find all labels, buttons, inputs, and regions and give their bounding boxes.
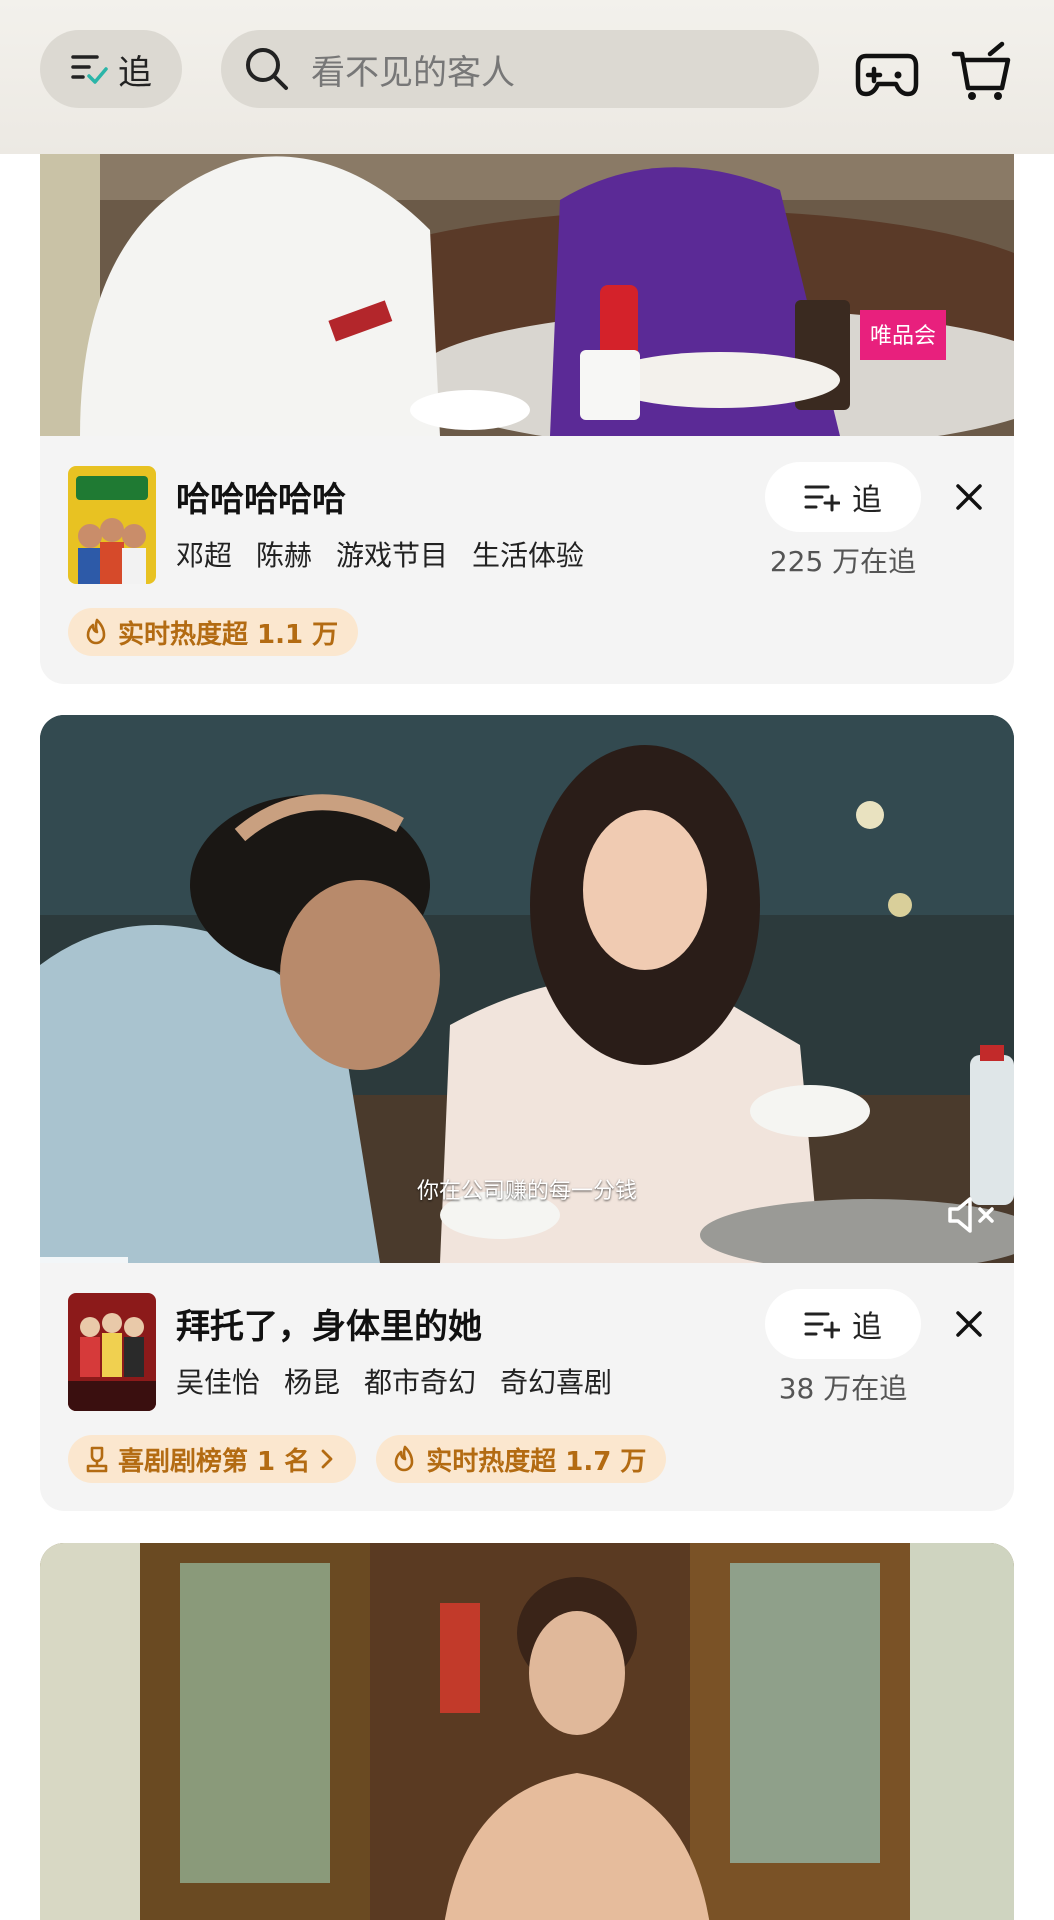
show-title[interactable]: 哈哈哈哈哈 xyxy=(176,472,346,521)
heat-badge: 实时热度超 1.1 万 xyxy=(68,608,359,656)
search-placeholder: 看不见的客人 xyxy=(311,52,515,93)
video-subtitle: 你在公司赚的每一分钱 xyxy=(416,1179,637,1204)
chevron-right-icon xyxy=(321,1449,333,1469)
badge-row: 喜剧剧榜第 1 名 实时热度超 1.7 万 xyxy=(68,1435,667,1483)
cart-icon[interactable] xyxy=(950,38,1016,104)
follow-label: 追 xyxy=(852,483,882,518)
follow-count: 38 万在追 xyxy=(778,1372,908,1405)
tag[interactable]: 杨昆 xyxy=(284,1361,340,1401)
show-poster[interactable] xyxy=(68,1293,156,1411)
tag[interactable]: 游戏节目 xyxy=(336,534,448,574)
follow-count: 225 万在追 xyxy=(769,545,917,578)
heat-badge-text: 实时热度超 1.1 万 xyxy=(118,619,339,650)
follow-list-label: 追 xyxy=(118,52,152,93)
watermark-text: 唯品会 xyxy=(870,324,936,349)
tag[interactable]: 邓超 xyxy=(176,534,232,574)
tag[interactable]: 奇幻喜剧 xyxy=(500,1361,612,1401)
show-tags: 邓超 陈赫 游戏节目 生活体验 xyxy=(176,534,584,574)
show-tags: 吴佳怡 杨昆 都市奇幻 奇幻喜剧 xyxy=(176,1361,612,1401)
show-info: 哈哈哈哈哈 邓超 陈赫 游戏节目 生活体验 追 225 万在追 实时热度超 1.… xyxy=(40,436,1014,684)
video-thumbnail[interactable] xyxy=(40,1543,1014,1920)
heat-badge: 实时热度超 1.7 万 xyxy=(376,1435,667,1483)
close-icon[interactable] xyxy=(946,474,992,520)
show-title[interactable]: 拜托了，身体里的她 xyxy=(176,1299,482,1348)
ranking-badge-text: 喜剧剧榜第 1 名 xyxy=(118,1446,311,1477)
show-info: 拜托了，身体里的她 吴佳怡 杨昆 都市奇幻 奇幻喜剧 追 38 万在追 喜剧剧榜… xyxy=(40,1263,1014,1511)
badge-row: 实时热度超 1.1 万 xyxy=(68,608,359,656)
show-card[interactable] xyxy=(40,1543,1014,1920)
follow-label: 追 xyxy=(852,1310,882,1345)
video-player[interactable]: 你在公司赚的每一分钱 xyxy=(40,715,1014,1263)
flame-icon xyxy=(86,618,106,645)
ranking-badge[interactable]: 喜剧剧榜第 1 名 xyxy=(68,1435,357,1483)
show-card[interactable]: 你在公司赚的每一分钱 拜托了，身体里的她 吴佳怡 杨昆 都市奇幻 奇幻喜剧 追 … xyxy=(40,715,1014,1511)
add-list-icon xyxy=(804,485,840,512)
mute-icon[interactable] xyxy=(946,1193,998,1237)
game-controller-icon[interactable] xyxy=(854,38,920,104)
tag[interactable]: 吴佳怡 xyxy=(176,1361,260,1401)
follow-list-button[interactable]: 追 xyxy=(40,30,182,108)
list-check-icon xyxy=(71,55,108,84)
follow-button[interactable]: 追 xyxy=(765,1289,921,1359)
show-poster[interactable] xyxy=(68,466,156,584)
heat-badge-text: 实时热度超 1.7 万 xyxy=(426,1446,647,1477)
tag[interactable]: 都市奇幻 xyxy=(364,1361,476,1401)
tag[interactable]: 陈赫 xyxy=(256,534,312,574)
top-bar: 追 看不见的客人 xyxy=(0,0,1054,154)
trophy-icon xyxy=(86,1446,108,1473)
show-card[interactable]: 唯品会 哈哈哈哈哈 邓超 陈赫 游戏节目 生活体验 追 225 万在追 实时热度… xyxy=(40,80,1014,684)
follow-button[interactable]: 追 xyxy=(765,462,921,532)
search-icon xyxy=(246,48,288,90)
tag[interactable]: 生活体验 xyxy=(472,534,584,574)
close-icon[interactable] xyxy=(946,1301,992,1347)
flame-icon xyxy=(394,1445,414,1472)
search-input[interactable]: 看不见的客人 xyxy=(221,30,819,108)
add-list-icon xyxy=(804,1312,840,1339)
